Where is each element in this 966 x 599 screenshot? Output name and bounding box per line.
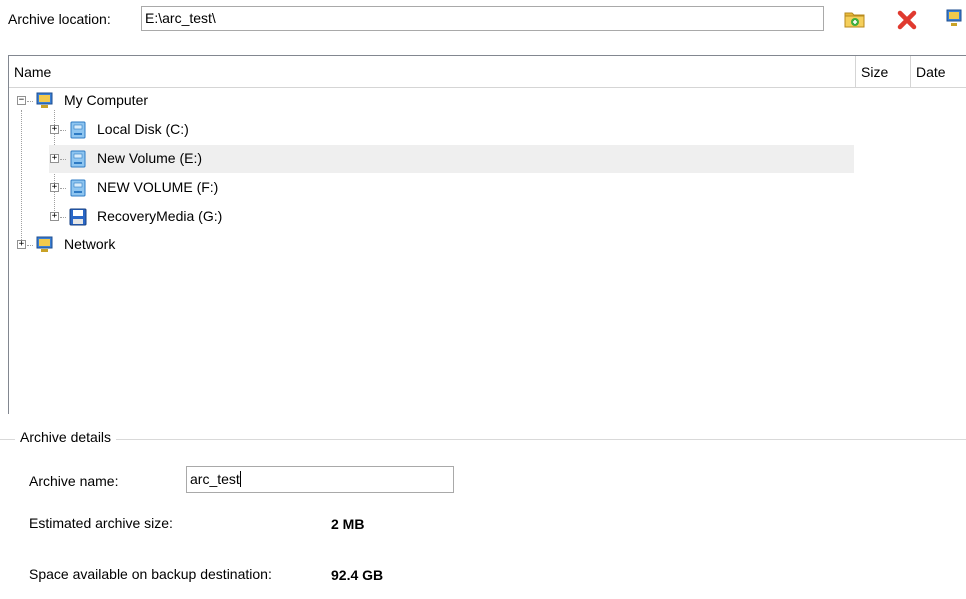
new-folder-icon	[844, 12, 865, 28]
floppy-disk-icon	[69, 208, 87, 226]
network-icon	[946, 9, 962, 26]
tree-node-label: My Computer	[64, 92, 149, 108]
hard-drive-icon	[70, 150, 86, 168]
archive-name-value: arc_test	[190, 471, 240, 487]
tree-node-label: Local Disk (C:)	[97, 121, 189, 137]
expand-icon[interactable]: +	[17, 240, 26, 249]
new-folder-button[interactable]	[843, 7, 867, 31]
space-available-label: Space available on backup destination:	[29, 566, 272, 582]
expand-icon[interactable]: +	[50, 183, 59, 192]
column-date-header[interactable]: Date	[911, 56, 966, 87]
column-size-header[interactable]: Size	[856, 56, 911, 87]
network-button[interactable]	[944, 7, 966, 31]
estimated-size-value: 2 MB	[331, 516, 365, 532]
archive-details-legend: Archive details	[15, 429, 117, 445]
column-name-header[interactable]: Name	[9, 56, 856, 87]
text-caret	[239, 471, 241, 487]
tree-node-drive-g[interactable]: + RecoveryMedia (G:)	[9, 203, 859, 231]
estimated-size-label: Estimated archive size:	[29, 515, 173, 531]
tree-node-network[interactable]: + Network	[9, 231, 859, 259]
tree-node-label: Network	[64, 236, 116, 252]
tree-node-my-computer[interactable]: − My Computer	[9, 87, 859, 115]
space-available-value: 92.4 GB	[331, 567, 384, 583]
hard-drive-icon	[70, 121, 86, 139]
delete-icon	[897, 10, 917, 30]
delete-button[interactable]	[896, 7, 920, 31]
computer-icon	[36, 92, 53, 108]
tree-node-label: NEW VOLUME (F:)	[97, 179, 219, 195]
tree-node-drive-c[interactable]: + Local Disk (C:)	[9, 116, 859, 144]
network-icon	[36, 236, 53, 252]
archive-name-label: Archive name:	[29, 473, 119, 489]
archive-name-input[interactable]: arc_test	[186, 466, 454, 493]
tree-node-label: New Volume (E:)	[97, 150, 203, 166]
archive-location-input[interactable]: E:\arc_test\	[141, 6, 824, 31]
column-header: Name Size Date	[9, 56, 966, 88]
expand-icon[interactable]: +	[50, 212, 59, 221]
archive-location-label: Archive location:	[8, 11, 111, 27]
details-separator	[0, 439, 966, 440]
tree-node-label: RecoveryMedia (G:)	[97, 208, 223, 224]
folder-tree-pane[interactable]: Name Size Date − My Computer + Local Dis…	[8, 55, 966, 414]
tree-node-drive-e[interactable]: + New Volume (E:)	[49, 145, 854, 173]
tree-node-drive-f[interactable]: + NEW VOLUME (F:)	[9, 174, 859, 202]
expand-icon[interactable]: +	[50, 125, 59, 134]
hard-drive-icon	[70, 179, 86, 197]
collapse-icon[interactable]: −	[17, 96, 26, 105]
expand-icon[interactable]: +	[50, 154, 59, 163]
